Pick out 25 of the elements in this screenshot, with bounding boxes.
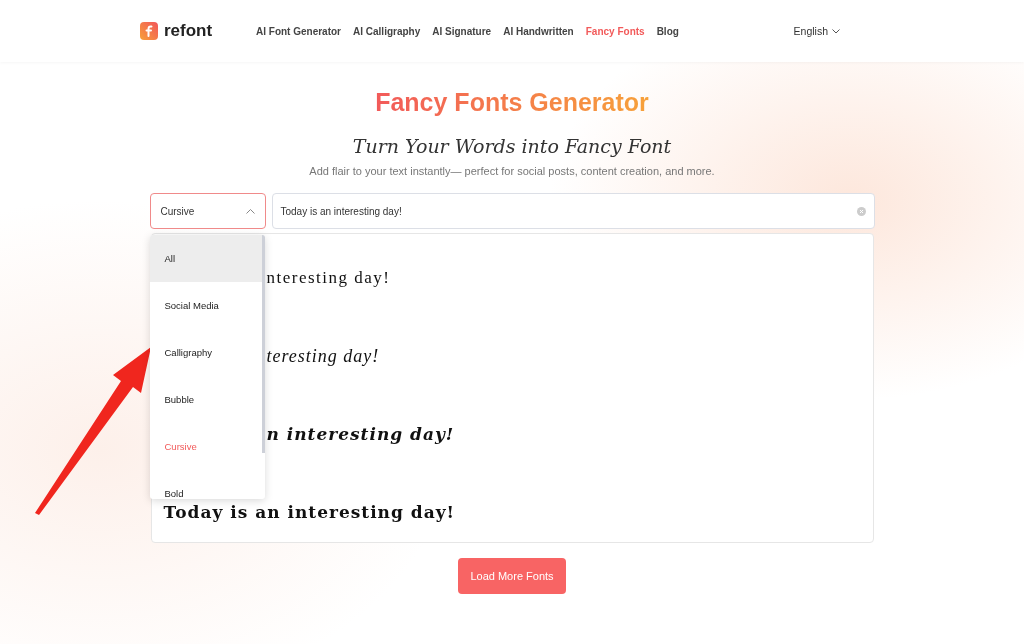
category-select[interactable]: Cursive: [149, 193, 266, 229]
dropdown-option[interactable]: Bubble: [149, 376, 265, 423]
subtitle: Turn Your Words into Fancy Font: [352, 135, 672, 157]
fancy-text-result[interactable]: teresting day!: [266, 346, 380, 367]
fancy-text-result[interactable]: n interesting day!: [266, 424, 455, 444]
nav-link[interactable]: AI Font Generator: [256, 25, 341, 37]
nav-link[interactable]: AI Handwritten: [503, 25, 574, 37]
clear-icon[interactable]: [856, 206, 866, 216]
nav-link[interactable]: AI Signature: [432, 25, 492, 37]
chevron-up-icon: [245, 208, 255, 214]
logo-icon: [140, 22, 158, 40]
chevron-down-icon: [832, 28, 840, 34]
language-selector[interactable]: English: [787, 24, 846, 38]
dropdown-option[interactable]: Bold: [149, 470, 265, 499]
dropdown-option[interactable]: Social Media: [149, 282, 265, 329]
scrollbar[interactable]: [261, 235, 265, 453]
description: Add flair to your text instantly— perfect for social posts, content creation, and more.: [309, 165, 715, 177]
text-input[interactable]: Today is an interesting day!: [271, 193, 875, 229]
nav-link[interactable]: AI Calligraphy: [353, 25, 421, 37]
dropdown-option[interactable]: All: [149, 235, 265, 282]
fancy-text-result[interactable]: nteresting day!: [266, 268, 391, 288]
logo-text[interactable]: refont: [164, 21, 213, 41]
nav-link[interactable]: Blog: [656, 25, 679, 37]
fancy-text-result[interactable]: Today is an interesting day!: [163, 502, 456, 522]
dropdown-option[interactable]: Calligraphy: [149, 329, 265, 376]
